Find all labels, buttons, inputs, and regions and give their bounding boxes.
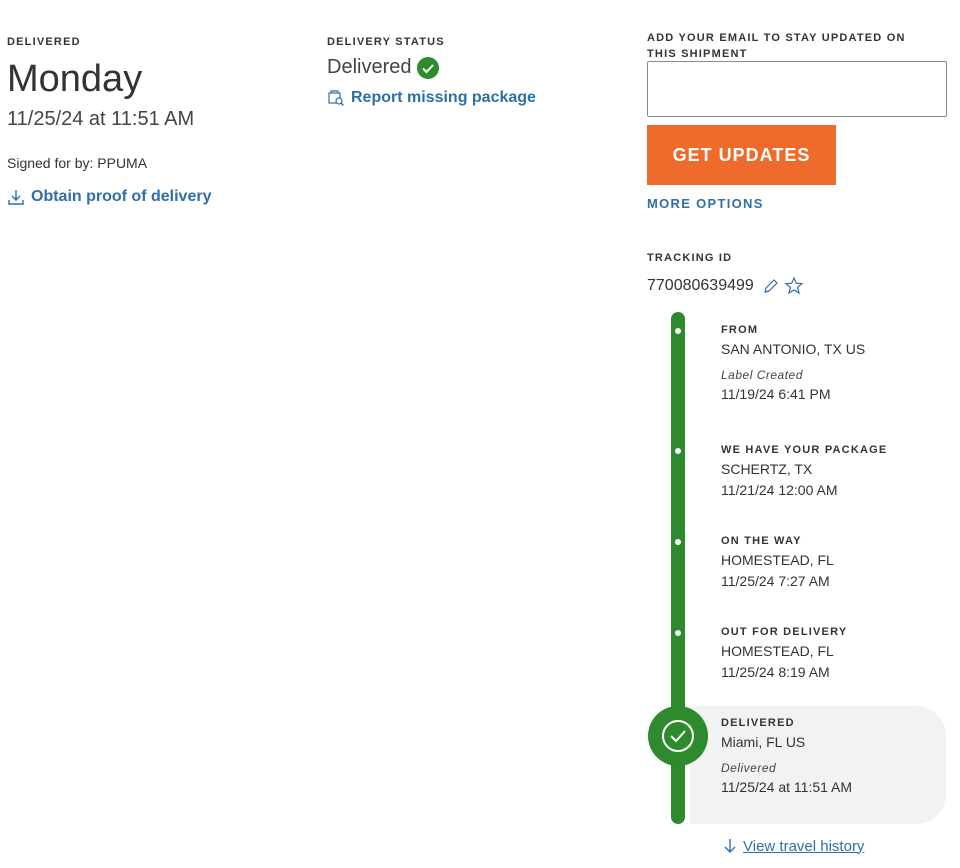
delivery-status: Delivered <box>327 56 440 79</box>
pencil-icon[interactable] <box>762 277 780 295</box>
timeline-event: WE HAVE YOUR PACKAGE SCHERTZ, TX 11/21/2… <box>721 444 887 501</box>
view-travel-history-label: View travel history <box>743 837 865 855</box>
timeline-dot <box>675 448 681 454</box>
event-title: ON THE WAY <box>721 535 802 547</box>
timeline-dot <box>675 328 681 334</box>
proof-of-delivery-label: Obtain proof of delivery <box>31 188 212 205</box>
event-datetime: 11/21/24 12:00 AM <box>721 482 838 498</box>
event-location: HOMESTEAD, FL <box>721 643 834 659</box>
delivered-label: DELIVERED <box>7 36 81 48</box>
tracking-id-label: TRACKING ID <box>647 252 733 264</box>
delivery-status-text: Delivered <box>327 56 412 78</box>
delivered-check-icon <box>648 706 708 766</box>
timeline-dot <box>675 630 681 636</box>
check-circle-icon <box>417 56 440 79</box>
signed-for-text: Signed for by: PPUMA <box>7 155 148 171</box>
report-missing-package-label: Report missing package <box>351 89 536 106</box>
event-title: FROM <box>721 324 759 336</box>
timeline-event: ON THE WAY HOMESTEAD, FL 11/25/24 7:27 A… <box>721 535 834 592</box>
tracking-number: 770080639499 <box>647 277 754 294</box>
event-datetime: 11/25/24 7:27 AM <box>721 573 830 589</box>
event-location: HOMESTEAD, FL <box>721 552 834 568</box>
tracking-id-row: 770080639499 <box>647 276 804 296</box>
event-location: SAN ANTONIO, TX US <box>721 341 866 357</box>
event-location: SCHERTZ, TX <box>721 461 813 477</box>
download-icon <box>7 188 25 206</box>
event-title: WE HAVE YOUR PACKAGE <box>721 444 888 456</box>
proof-of-delivery-link[interactable]: Obtain proof of delivery <box>7 188 211 206</box>
arrow-down-icon <box>722 837 738 855</box>
email-input[interactable] <box>647 61 947 117</box>
delivery-datetime: 11/25/24 at 11:51 AM <box>7 108 195 130</box>
timeline-dot <box>675 539 681 545</box>
event-title: OUT FOR DELIVERY <box>721 626 848 638</box>
email-updates-label: ADD YOUR EMAIL TO STAY UPDATED ON THIS S… <box>647 32 906 60</box>
event-location: Miami, FL US <box>721 734 806 750</box>
report-missing-package-link[interactable]: Report missing package <box>327 89 536 107</box>
timeline-event: FROM SAN ANTONIO, TX US Label Created 11… <box>721 324 865 405</box>
event-note: Delivered <box>721 761 777 775</box>
star-icon[interactable] <box>784 276 804 296</box>
event-title: DELIVERED <box>721 717 795 729</box>
package-search-icon <box>327 89 345 107</box>
event-datetime: 11/25/24 at 11:51 AM <box>721 779 853 795</box>
timeline-event: OUT FOR DELIVERY HOMESTEAD, FL 11/25/24 … <box>721 626 847 683</box>
timeline-event-delivered: DELIVERED Miami, FL US Delivered 11/25/2… <box>721 717 852 798</box>
event-note: Label Created <box>721 368 803 382</box>
delivery-status-label: DELIVERY STATUS <box>327 36 445 48</box>
get-updates-button[interactable]: GET UPDATES <box>647 125 836 185</box>
view-travel-history-link[interactable]: View travel history <box>722 837 864 855</box>
event-datetime: 11/19/24 6:41 PM <box>721 386 831 402</box>
delivery-day: Monday <box>7 58 143 100</box>
event-datetime: 11/25/24 8:19 AM <box>721 664 830 680</box>
more-options-link[interactable]: MORE OPTIONS <box>647 196 764 211</box>
